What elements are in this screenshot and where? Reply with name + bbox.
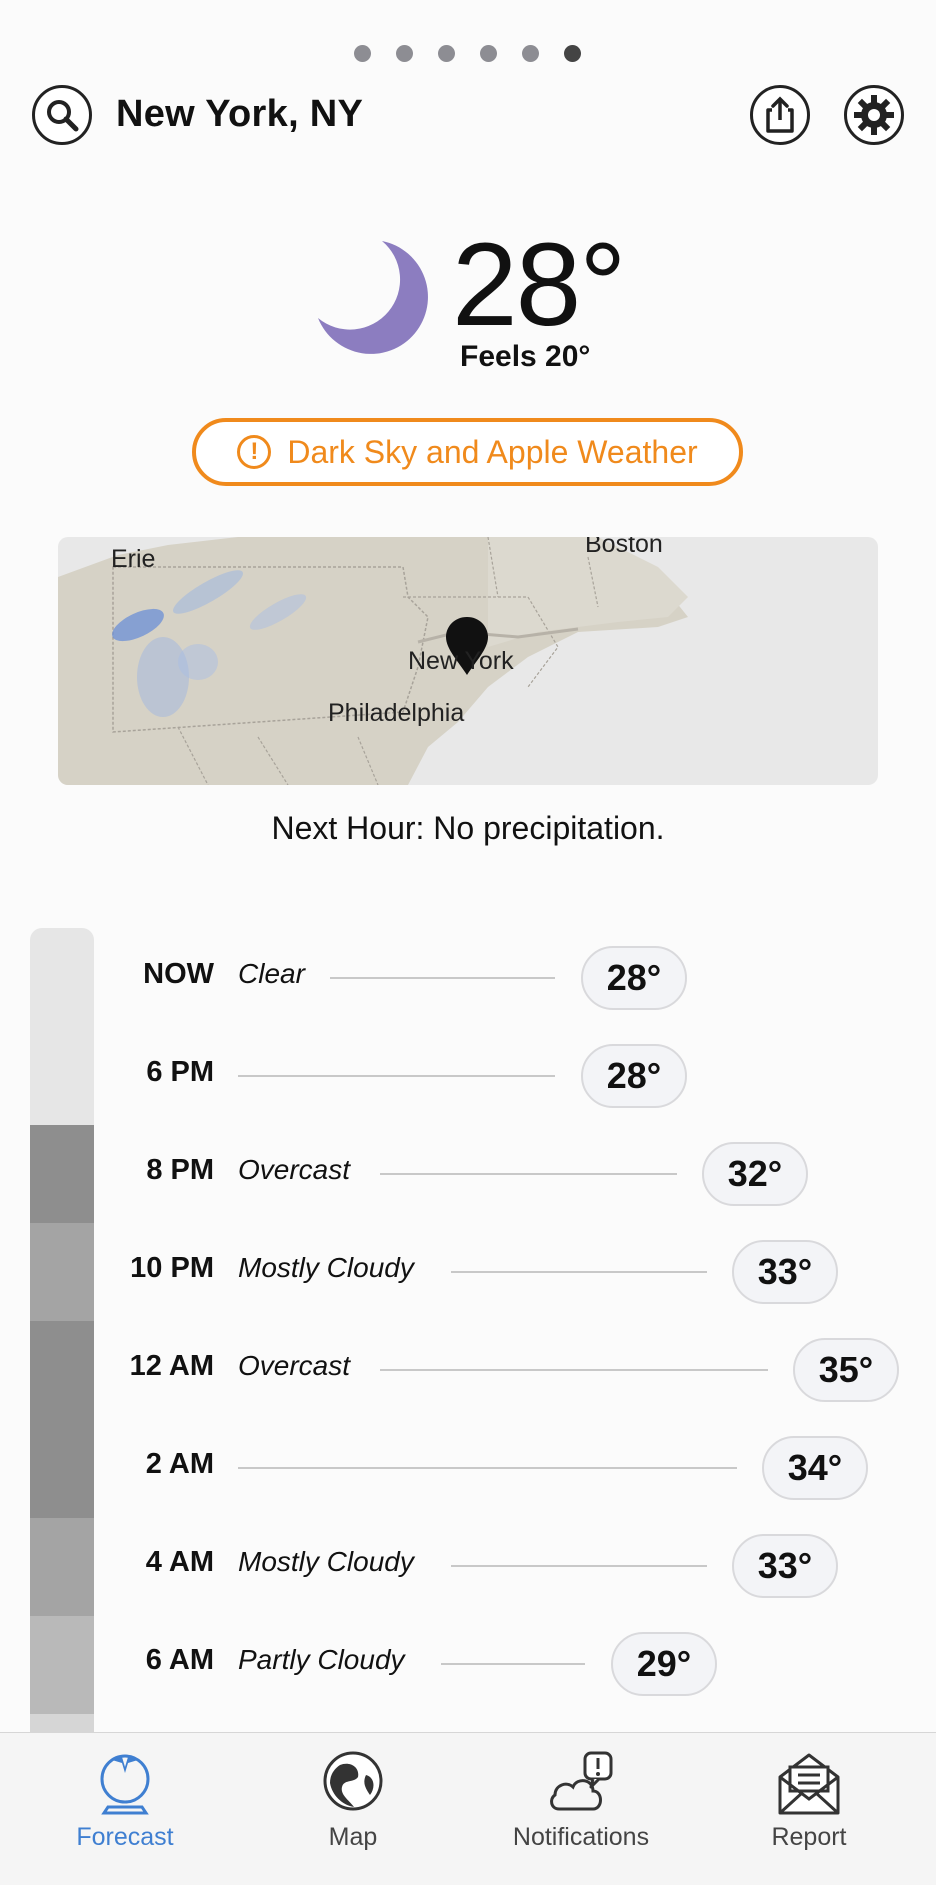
next-hour-summary: Next Hour: No precipitation. (271, 810, 665, 846)
envelope-icon (692, 1747, 926, 1817)
hour-row[interactable]: 4 AM Mostly Cloudy 33° (0, 1516, 936, 1614)
tab-report[interactable]: Report (692, 1733, 926, 1885)
hour-temp-line (441, 1663, 585, 1665)
hour-row[interactable]: 6 PM 28° (0, 1026, 936, 1124)
header: New York, NY (0, 85, 936, 145)
tab-label: Forecast (76, 1823, 174, 1851)
tab-forecast[interactable]: Forecast (8, 1733, 242, 1885)
hour-temp-pill: 34° (762, 1436, 868, 1500)
hour-row[interactable]: 8 PM Overcast 32° (0, 1124, 936, 1222)
hour-temp-line (238, 1467, 737, 1469)
hour-time: 2 AM (145, 1448, 214, 1480)
page-dot[interactable] (438, 45, 455, 62)
settings-button[interactable] (844, 85, 904, 145)
location-title[interactable]: New York, NY (116, 93, 363, 136)
hour-summary: Mostly Cloudy (238, 1546, 414, 1577)
hour-temp-pill: 28° (581, 946, 687, 1010)
moon-icon (318, 241, 428, 354)
hour-time: 12 AM (129, 1350, 214, 1382)
weather-alert-button[interactable]: ! Dark Sky and Apple Weather (192, 418, 743, 486)
search-icon (47, 100, 79, 132)
hour-temp-pill: 33° (732, 1240, 838, 1304)
hour-time: 10 PM (130, 1252, 214, 1284)
hour-row[interactable]: NOW Clear 28° (0, 928, 936, 1026)
map-label-boston: Boston (585, 537, 663, 558)
page-dot[interactable] (354, 45, 371, 62)
hour-temp-line (330, 977, 555, 979)
hour-time: 6 AM (145, 1644, 214, 1676)
hour-summary: Mostly Cloudy (238, 1252, 414, 1283)
hour-temp-pill: 35° (793, 1338, 899, 1402)
hour-row[interactable]: 6 AM Partly Cloudy 29° (0, 1614, 936, 1712)
hour-time: 4 AM (145, 1546, 214, 1578)
hour-temp-pill: 33° (732, 1534, 838, 1598)
alert-label: Dark Sky and Apple Weather (287, 433, 698, 470)
tab-bar: Forecast Map Notifications Report (0, 1732, 936, 1885)
hour-temp-pill: 29° (611, 1632, 717, 1696)
hour-time: 8 PM (146, 1154, 214, 1186)
hour-summary: Overcast (238, 1350, 351, 1381)
hour-temp-line (380, 1173, 677, 1175)
tab-label: Notifications (512, 1823, 650, 1851)
page-dot-active[interactable] (564, 45, 581, 62)
page-dot[interactable] (480, 45, 497, 62)
share-button[interactable] (750, 85, 810, 145)
tab-label: Map (328, 1823, 378, 1851)
current-temperature: 28° (452, 219, 626, 351)
radar-map[interactable]: Erie Boston New York Philadelphia (58, 537, 878, 785)
map-label-new-york: New York (408, 647, 514, 675)
globe-icon (236, 1747, 470, 1817)
hour-row[interactable]: 12 AM Overcast 35° (0, 1320, 936, 1418)
page-dot[interactable] (396, 45, 413, 62)
hour-temp-line (451, 1271, 707, 1273)
search-button[interactable] (32, 85, 92, 145)
hour-row[interactable]: 10 PM Mostly Cloudy 33° (0, 1222, 936, 1320)
hour-time: NOW (143, 958, 214, 990)
crystal-ball-icon (8, 1747, 242, 1817)
page-dot[interactable] (522, 45, 539, 62)
current-conditions: 28° Feels 20° (0, 225, 936, 385)
hour-summary: Clear (238, 958, 305, 989)
hour-temp-line (238, 1075, 555, 1077)
hour-time: 6 PM (146, 1056, 214, 1088)
map-label-erie: Erie (111, 545, 156, 573)
map-label-philadelphia: Philadelphia (328, 699, 465, 727)
alert-icon: ! (237, 435, 272, 469)
tab-notifications[interactable]: Notifications (464, 1733, 698, 1885)
hour-temp-pill: 28° (581, 1044, 687, 1108)
feels-like: Feels 20° (460, 340, 591, 373)
cloud-alert-icon (464, 1747, 698, 1817)
hour-temp-line (380, 1369, 768, 1371)
hour-summary: Overcast (238, 1154, 351, 1185)
page-indicator[interactable] (0, 45, 936, 65)
hour-temp-pill: 32° (702, 1142, 808, 1206)
gear-icon (854, 95, 894, 135)
hour-temp-line (451, 1565, 707, 1567)
tab-map[interactable]: Map (236, 1733, 470, 1885)
hour-summary: Partly Cloudy (238, 1644, 405, 1675)
share-icon (766, 96, 794, 133)
hour-row[interactable]: 2 AM 34° (0, 1418, 936, 1516)
tab-label: Report (771, 1823, 847, 1851)
